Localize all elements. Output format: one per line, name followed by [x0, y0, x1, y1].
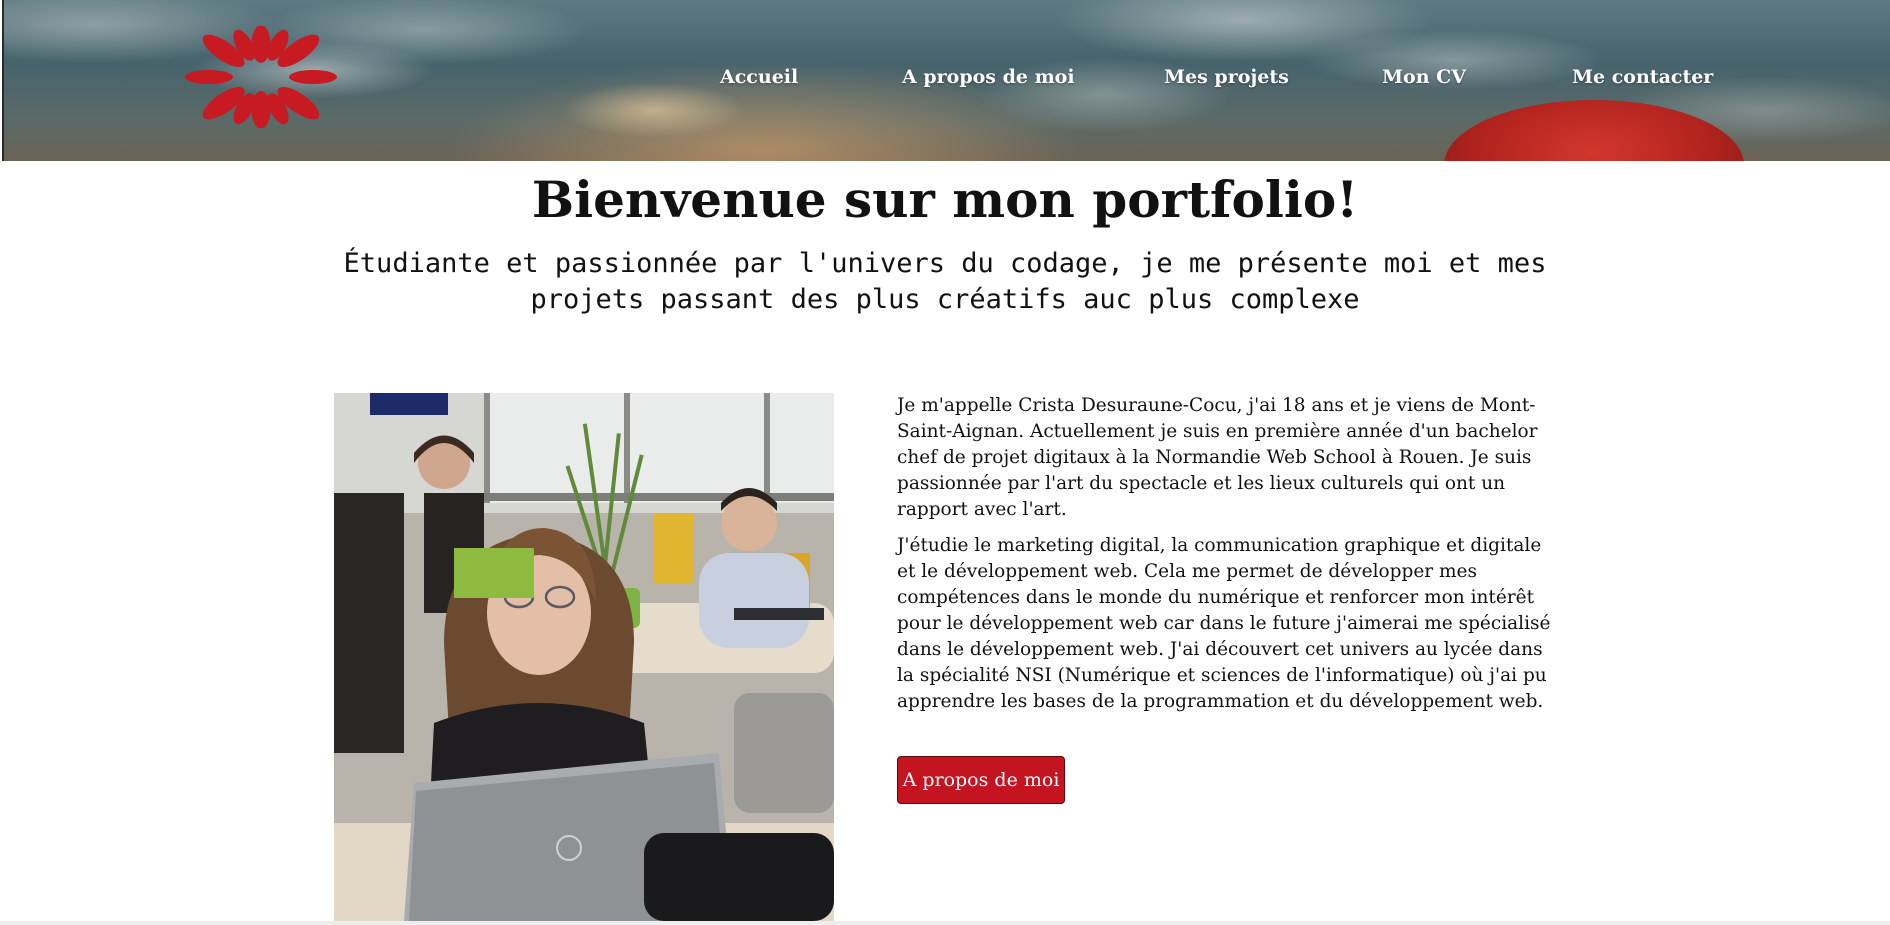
a-propos-button[interactable]: A propos de moi	[897, 756, 1065, 804]
about-paragraph-intro: Je m'appelle Crista Desuraune-Cocu, j'ai…	[897, 395, 1538, 520]
main-nav: Accueil A propos de moi Mes projets Mon …	[4, 66, 1890, 96]
nav-link-accueil[interactable]: Accueil	[720, 66, 798, 88]
nav-link-cv[interactable]: Mon CV	[1382, 66, 1466, 88]
about-text: Je m'appelle Crista Desuraune-Cocu, j'ai…	[897, 393, 1565, 725]
page-bottom-divider	[0, 921, 1890, 925]
nav-link-contact[interactable]: Me contacter	[1572, 66, 1713, 88]
profile-photo	[334, 393, 834, 921]
nav-link-a-propos[interactable]: A propos de moi	[902, 66, 1075, 88]
nav-link-projets[interactable]: Mes projets	[1164, 66, 1289, 88]
page-title: Bienvenue sur mon portfolio!	[531, 170, 1359, 229]
site-header: Accueil A propos de moi Mes projets Mon …	[2, 0, 1890, 161]
hero-subtitle: Étudiante et passionnée par l'univers du…	[343, 248, 1547, 315]
about-paragraph-studies: J'étudie le marketing digital, la commun…	[897, 535, 1551, 712]
page: Accueil A propos de moi Mes projets Mon …	[0, 0, 1890, 925]
